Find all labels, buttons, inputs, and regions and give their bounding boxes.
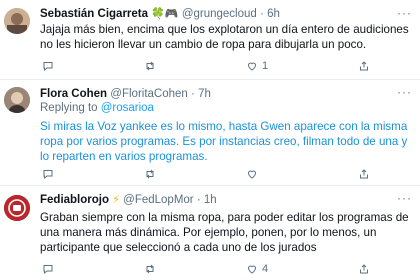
like-count: 4 [262,263,269,275]
tweet-actions [40,168,410,182]
avatar[interactable] [4,87,30,113]
tweet-text: Jajaja más bien, encima que los explotar… [40,23,409,51]
avatar[interactable] [4,8,30,34]
timestamp[interactable]: 7h [198,88,211,100]
name-emoji: 🍀🎮 [151,8,179,20]
reply-icon [43,62,53,72]
share-icon [360,264,368,274]
share-button[interactable] [358,263,370,275]
more-icon[interactable]: ··· [397,191,412,205]
user-name[interactable]: Sebastián Cigarreta [40,8,148,20]
like-button[interactable] [246,168,262,180]
tweet[interactable]: Fediablorojo ⚡ @FedLopMor · 1h ··· Graba… [0,185,420,280]
like-icon [247,170,257,179]
more-icon[interactable]: ··· [397,85,412,99]
tweet[interactable]: Flora Cohen @FloritaCohen · 7h ··· Reply… [0,79,420,185]
share-icon [360,61,368,71]
user-handle[interactable]: @FloritaCohen [110,88,188,100]
separator: · [260,8,264,20]
tweet[interactable]: Sebastián Cigarreta 🍀🎮 @grungecloud · 6h… [0,0,420,79]
like-button[interactable]: 1 [246,60,268,72]
user-handle[interactable]: @FedLopMor [123,194,193,206]
tweet-header: Fediablorojo ⚡ @FedLopMor · 1h [40,193,398,207]
tweet-actions: 4 [40,263,410,277]
like-count: 1 [262,60,269,72]
retweet-icon [146,264,154,274]
retweet-button[interactable] [144,263,160,275]
reply-icon [43,170,53,180]
reply-icon [43,265,53,275]
retweet-button[interactable] [144,168,160,180]
tweet-header: Sebastián Cigarreta 🍀🎮 @grungecloud · 6h [40,7,398,21]
replying-label: Replying to [40,102,101,114]
avatar[interactable] [4,195,30,221]
reply-button[interactable] [42,263,58,275]
like-icon [247,62,257,71]
like-button[interactable]: 4 [246,263,268,275]
tweet-text: Si miras la Voz yankee es lo mismo, hast… [40,120,408,163]
retweet-icon [146,61,154,71]
separator: · [191,88,195,100]
tweet-text: Graban siempre con la misma ropa, para p… [40,211,409,254]
share-icon [360,169,368,179]
reply-button[interactable] [42,60,58,72]
user-handle[interactable]: @grungecloud [182,8,257,20]
user-name[interactable]: Fediablorojo [40,194,109,206]
retweet-button[interactable] [144,60,160,72]
share-button[interactable] [358,168,370,180]
timestamp[interactable]: 6h [267,8,280,20]
like-icon [247,265,257,274]
share-button[interactable] [358,60,370,72]
name-emoji: ⚡ [112,194,120,206]
replying-to: Replying to @rosarioa [40,102,154,114]
reply-button[interactable] [42,168,58,180]
timestamp[interactable]: 1h [204,194,217,206]
user-name[interactable]: Flora Cohen [40,88,107,100]
separator: · [196,194,201,206]
replying-to-handle[interactable]: @rosarioa [101,102,154,114]
retweet-icon [146,169,154,179]
tweet-actions: 1 [40,60,410,74]
more-icon[interactable]: ··· [397,6,412,20]
tweet-header: Flora Cohen @FloritaCohen · 7h [40,87,398,101]
